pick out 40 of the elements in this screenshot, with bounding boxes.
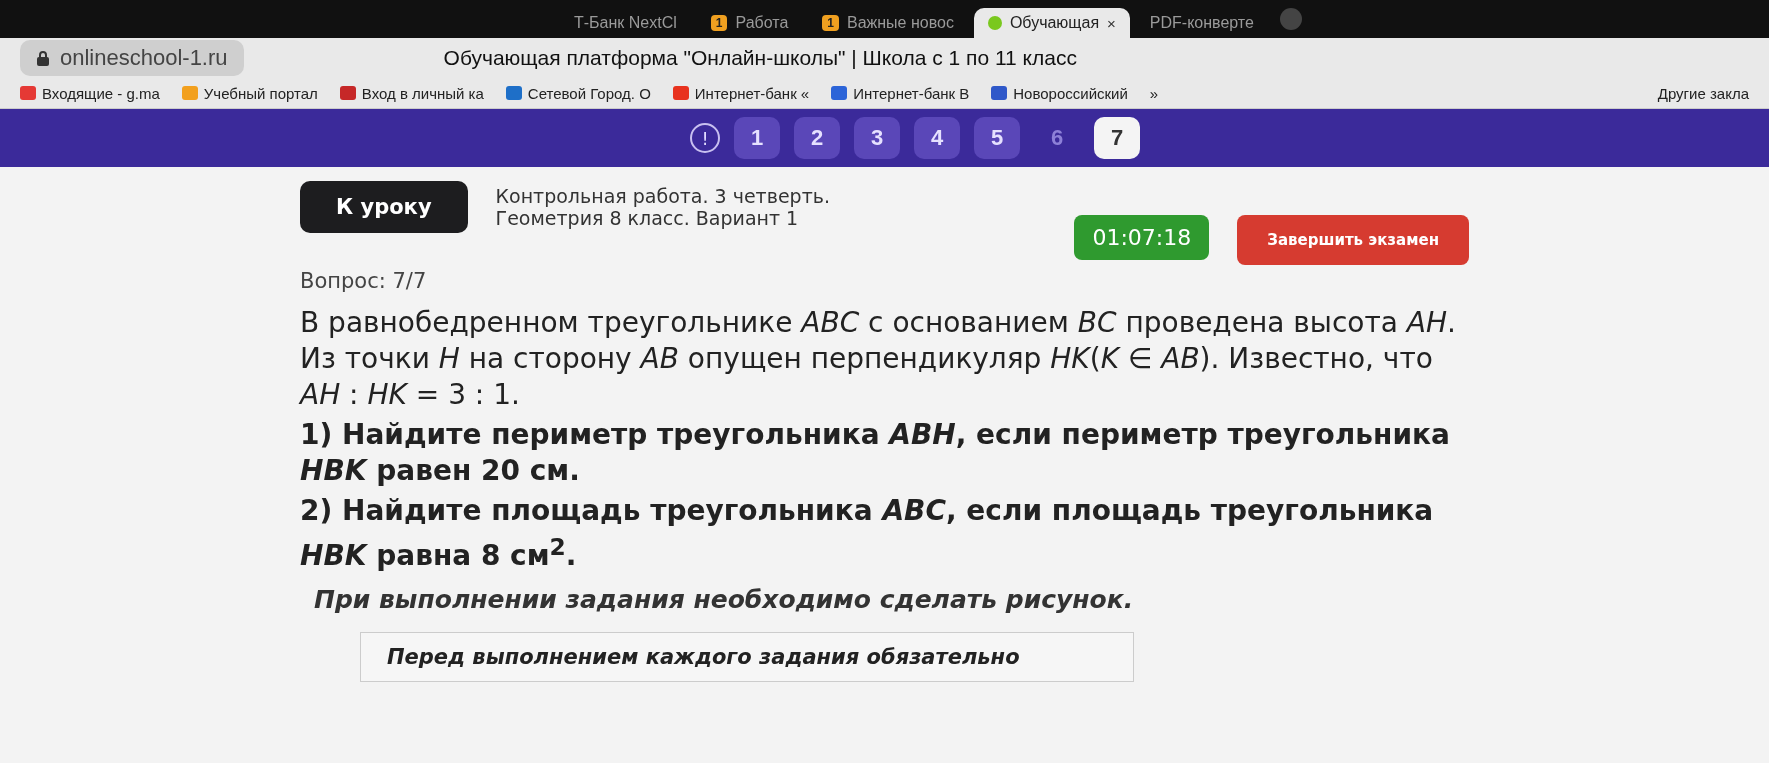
timer: 01:07:18 (1074, 215, 1210, 260)
bookmark[interactable]: Входящие - g.ma (20, 84, 160, 102)
tab-badge: 1 (710, 15, 728, 31)
address-bar[interactable]: onlineschool-1.ru (20, 40, 244, 76)
browser-tab[interactable]: Т-Банк NextCl (560, 8, 691, 38)
browser-tab[interactable]: 1 Важные новос (808, 8, 968, 38)
lock-icon (36, 50, 50, 66)
bookmark[interactable]: Интернет-банк В (831, 84, 970, 102)
instruction-text: При выполнении задания необходимо сделать рисунок. (313, 584, 1135, 617)
browser-tab[interactable]: 1 Работа (696, 8, 803, 38)
bookmark[interactable]: Вход в личный ка (339, 84, 484, 102)
bookmark[interactable]: Интернет-банк « (672, 84, 810, 102)
notice-text: Перед выполнением каждого задания обязательно (387, 645, 1020, 670)
question-number-button[interactable]: 5 (974, 117, 1020, 159)
tab-badge: 1 (822, 15, 839, 31)
finish-exam-button[interactable]: Завершить экзамен (1237, 215, 1469, 265)
browser-tab[interactable]: Обучающая × (973, 8, 1130, 38)
close-tab-button[interactable]: × (1107, 14, 1116, 32)
favicon-icon (987, 16, 1002, 30)
browser-tab[interactable]: PDF-конверте (1135, 8, 1268, 38)
exam-title: Геометрия 8 класс. Вариант 1 (495, 207, 800, 229)
other-bookmarks-button[interactable]: Другие закла (1657, 84, 1749, 102)
bookmark[interactable]: Учебный портал (181, 84, 318, 102)
task-text: 1) Найдите периметр треугольника ABH, если периметр треугольника HBK равен 20 см. (300, 417, 1451, 489)
page-title: Обучающая платформа "Онлайн-школы" | Школа с 1 по 11 класс (443, 46, 1077, 70)
exam-title: Контрольная работа. 3 четверть. (495, 185, 830, 207)
bookmark[interactable]: Новороссийский (991, 84, 1128, 102)
question-number-button[interactable]: 2 (794, 117, 840, 159)
task-text: 2) Найдите площадь треугольника ABC, если площадь треугольника HBK равна 8 см$^{2}$. (300, 493, 1435, 575)
question-number-button[interactable]: 7 (1094, 117, 1140, 159)
back-to-lesson-button[interactable]: К уроку (300, 181, 468, 233)
question-text: В равнобедренном треугольнике ABC с основанием BC проведена высота AH. Из точки H на сторону AB опущен перпендикуляр HK(K ∈ AB). Известно, что AH : HK = 3 : 1. (300, 305, 1457, 413)
question-number-button[interactable]: 3 (854, 117, 900, 159)
question-counter: Вопрос: 7/7 (300, 269, 427, 293)
more-bookmarks-button[interactable]: » (1149, 84, 1159, 102)
bookmark[interactable]: Сетевой Город. О (505, 84, 651, 102)
url-text: onlineschool-1.ru (60, 45, 228, 71)
alert-button[interactable]: ! (690, 123, 720, 153)
question-number-button[interactable]: 4 (914, 117, 960, 159)
question-number-button[interactable]: 1 (734, 117, 780, 159)
